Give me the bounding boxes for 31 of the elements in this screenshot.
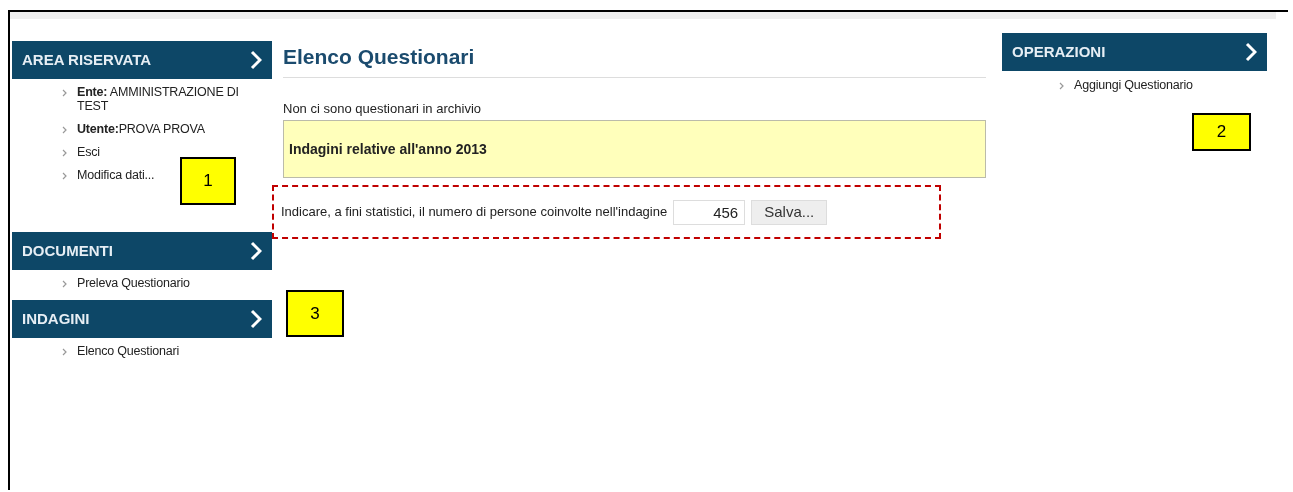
- callout-number: 2: [1192, 113, 1251, 151]
- chevron-right-icon: [1245, 42, 1257, 62]
- menu-link[interactable]: Modifica dati...: [77, 168, 155, 182]
- menu-link[interactable]: Ente: AMMINISTRAZIONE DI TEST: [77, 85, 272, 113]
- number-field[interactable]: 456: [673, 199, 746, 225]
- chevron-icon: [62, 126, 67, 134]
- status-message: Non ci sono questionari in archivio: [283, 99, 482, 118]
- callout-number: 1: [180, 157, 236, 205]
- menu-link[interactable]: Preleva Questionario: [77, 276, 190, 290]
- chevron-icon: [62, 89, 67, 97]
- menu-link[interactable]: Utente:PROVA PROVA: [77, 122, 205, 136]
- chevron-icon: [1059, 82, 1064, 90]
- callout-number: 3: [286, 290, 344, 337]
- chevron-right-icon: [250, 241, 262, 261]
- chevron-right-icon: [250, 309, 262, 329]
- chevron-right-icon: [250, 50, 262, 70]
- chevron-icon: [62, 172, 67, 180]
- chevron-icon: [62, 280, 67, 288]
- section-header[interactable]: AREA RISERVATA: [12, 41, 272, 79]
- menu-link[interactable]: Aggiungi Questionario: [1074, 78, 1193, 92]
- menu-link[interactable]: Esci: [77, 145, 100, 159]
- page-title: Elenco Questionari: [283, 41, 986, 78]
- field-label: Indicare, a fini statistici, il numero di persone coinvolte nell'indagine: [281, 203, 668, 222]
- section-header[interactable]: OPERAZIONI: [1002, 33, 1267, 71]
- chevron-icon: [62, 149, 67, 157]
- section-header[interactable]: INDAGINI: [12, 300, 272, 338]
- save-button[interactable]: Salva...: [751, 199, 828, 225]
- notice-banner: Indagini relative all'anno 2013: [283, 120, 986, 178]
- section-header[interactable]: DOCUMENTI: [12, 232, 272, 270]
- chevron-icon: [62, 348, 67, 356]
- menu-link[interactable]: Elenco Questionari: [77, 344, 179, 358]
